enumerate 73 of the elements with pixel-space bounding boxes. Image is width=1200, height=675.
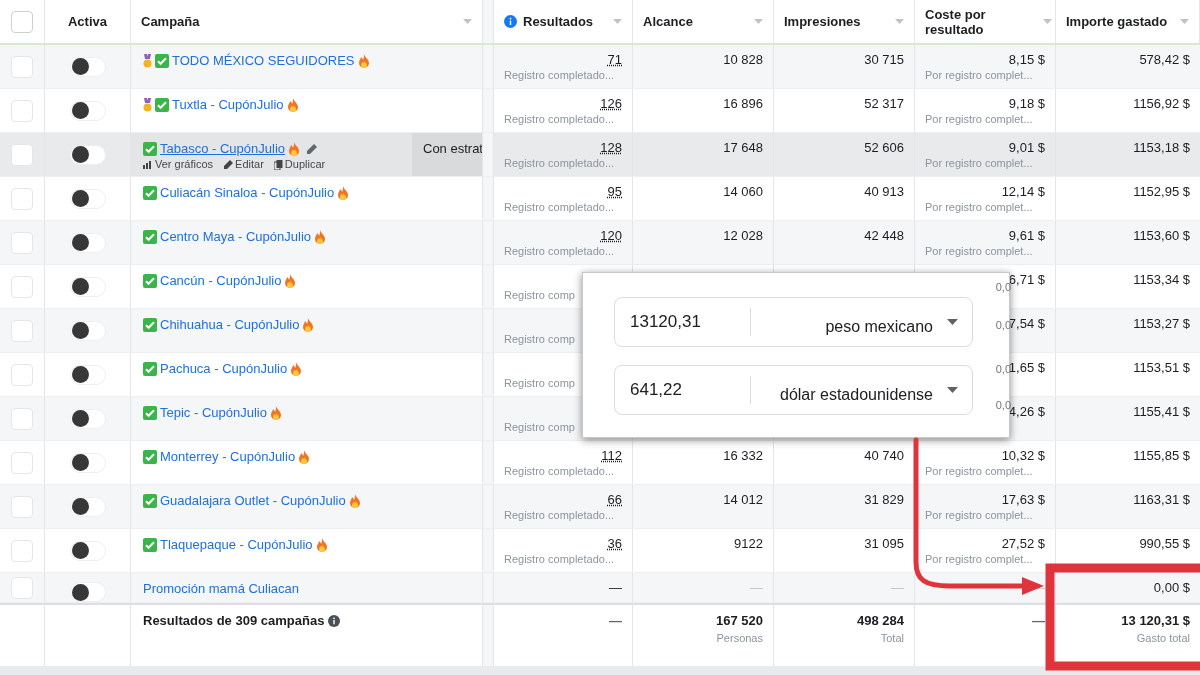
results-subtitle: Registro completado... xyxy=(504,508,615,523)
table-cell: 17 648 xyxy=(723,140,763,156)
results-subtitle: Registro completado... xyxy=(504,200,615,215)
cost-subtitle: Por registro complet... xyxy=(925,156,1033,171)
table-cell: 10,32 $ xyxy=(1001,448,1045,464)
results-subtitle: Registro completado... xyxy=(504,112,615,127)
table-cell: 9122 xyxy=(734,536,763,552)
summary-label: Resultados de 309 campañas xyxy=(143,613,325,629)
cost-subtitle: Por registro complet... xyxy=(925,552,1033,567)
summary-subtitle: Gasto total xyxy=(1136,631,1190,646)
table-cell: 31 829 xyxy=(864,492,904,508)
table-cell: 10 828 xyxy=(723,52,763,68)
table-cell: 27,52 $ xyxy=(1001,536,1045,552)
table-cell: 1153,51 $ xyxy=(1133,360,1190,376)
cost-subtitle: Por registro complet... xyxy=(925,508,1033,523)
table-cell: 1152,95 $ xyxy=(1133,184,1190,200)
table-cell: 1153,18 $ xyxy=(1133,140,1190,156)
table-cell: 578,42 $ xyxy=(1139,52,1190,68)
table-cell: 1155,41 $ xyxy=(1133,404,1190,420)
table-cell: 1153,60 $ xyxy=(1133,228,1190,244)
cost-subtitle: Por registro complet... xyxy=(925,112,1033,127)
results-subtitle: Registro comp xyxy=(504,332,575,347)
table-cell: 16 332 xyxy=(723,448,763,464)
table-cell: 42 448 xyxy=(864,228,904,244)
summary-value: — xyxy=(1032,613,1045,629)
table-cell: 12,14 $ xyxy=(1001,184,1045,200)
table-cell: 9,18 $ xyxy=(1008,96,1045,112)
cost-subtitle: Por registro complet... xyxy=(925,244,1033,259)
edge-digit-text: 0,0 xyxy=(995,319,1011,331)
table-cell: — xyxy=(891,580,904,596)
table-cell: 31 095 xyxy=(864,536,904,552)
table-cell: 12 028 xyxy=(723,228,763,244)
table-cell: 8,15 $ xyxy=(1008,52,1045,68)
table-cell: 1156,92 $ xyxy=(1133,96,1190,112)
table-cell: 52 317 xyxy=(864,96,904,112)
strategy-text: Con estrat xyxy=(423,140,482,158)
table-cell: 14 012 xyxy=(723,492,763,508)
table-cell: 17,63 $ xyxy=(1001,492,1045,508)
table-cell: — xyxy=(750,580,763,596)
summary-value: 13 120,31 $ xyxy=(1121,613,1190,629)
table-cell: 16 896 xyxy=(723,96,763,112)
table-cell: 9,61 $ xyxy=(1008,228,1045,244)
edge-digit-text: 0,0 xyxy=(995,399,1011,411)
results-subtitle: Registro completado... xyxy=(504,156,615,171)
table-cell: 52 606 xyxy=(864,140,904,156)
table-cell: 1163,31 $ xyxy=(1133,492,1190,508)
summary-subtitle: Personas xyxy=(716,631,763,646)
summary-value: 498 284 xyxy=(857,613,904,629)
table-cell: 9,01 $ xyxy=(1008,140,1045,156)
results-subtitle: Registro comp xyxy=(504,420,575,435)
table-cell: 0,00 $ xyxy=(1153,580,1190,596)
summary-subtitle: Total xyxy=(880,631,904,646)
summary-value: 167 520 xyxy=(716,613,763,629)
results-subtitle: Registro comp xyxy=(504,376,575,391)
edge-digit-text: 0,0 xyxy=(995,363,1011,375)
table-cell: 990,55 $ xyxy=(1139,536,1190,552)
table-cell: 14 060 xyxy=(723,184,763,200)
summary-value: — xyxy=(609,613,622,629)
results-subtitle: Registro completado... xyxy=(504,244,615,259)
table-cell: 40 740 xyxy=(864,448,904,464)
results-subtitle: Registro comp xyxy=(504,288,575,303)
table-cell: 1153,34 $ xyxy=(1133,272,1190,288)
results-subtitle: Registro completado... xyxy=(504,464,615,479)
results-subtitle: Registro completado... xyxy=(504,68,615,83)
cost-subtitle: Por registro complet... xyxy=(925,200,1033,215)
table-cell: 40 913 xyxy=(864,184,904,200)
table-cell: 30 715 xyxy=(864,52,904,68)
cost-subtitle: Por registro complet... xyxy=(925,464,1033,479)
cost-subtitle: Por registro complet... xyxy=(925,68,1033,83)
results-subtitle: Registro completado... xyxy=(504,552,615,567)
edge-digit-text: 0,0 xyxy=(995,281,1011,293)
table-cell: 1155,85 $ xyxy=(1133,448,1190,464)
table-cell: 1153,27 $ xyxy=(1133,316,1190,332)
